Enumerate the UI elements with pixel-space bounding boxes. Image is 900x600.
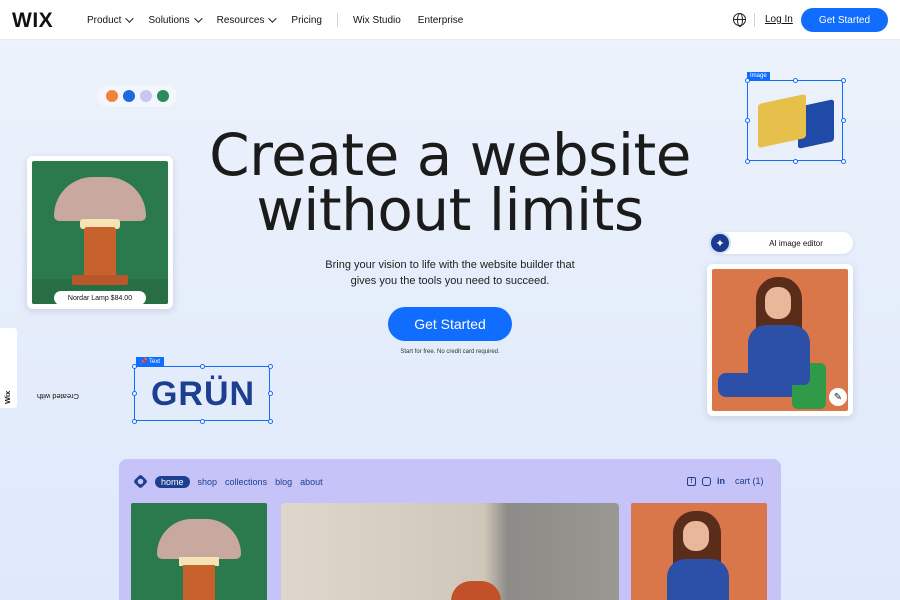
wix-logo[interactable]: WIX <box>12 9 53 33</box>
resize-handle[interactable] <box>841 78 846 83</box>
resize-handle[interactable] <box>745 78 750 83</box>
preview-lamp-image[interactable] <box>131 503 267 600</box>
chevron-down-icon <box>193 14 203 23</box>
nav-item-product[interactable]: Product <box>87 14 135 26</box>
product-card-lamp[interactable]: Nordar Lamp $84.00 <box>27 156 173 309</box>
top-nav: WIX Product Solutions Resources Pricing … <box>0 0 900 40</box>
hero-subtitle-line: Bring your vision to life with the websi… <box>325 259 575 271</box>
color-palette <box>97 85 177 107</box>
created-with-text: Created with <box>36 392 79 401</box>
resize-handle[interactable] <box>200 419 205 424</box>
product-price-label: Nordar Lamp $84.00 <box>54 291 146 304</box>
hero-note: Start for free. No credit card required. <box>400 349 500 355</box>
created-with-wix-label: Created with Wix <box>3 330 79 404</box>
resize-handle[interactable] <box>132 391 137 396</box>
preview-interior-image[interactable] <box>281 503 619 600</box>
text-tag: 📌 Text <box>136 357 165 366</box>
chair <box>451 581 501 600</box>
resize-handle[interactable] <box>745 159 750 164</box>
hero-title-line: without limits <box>256 176 644 244</box>
resize-handle[interactable] <box>132 419 137 424</box>
abstract-artwork <box>754 89 838 154</box>
nav-item-label: Product <box>87 14 122 26</box>
instagram-icon[interactable] <box>702 476 711 486</box>
resize-handle[interactable] <box>268 364 273 369</box>
image-selection-box[interactable]: Image <box>745 72 846 164</box>
text-selection-box[interactable]: 📌 Text GRÜN <box>132 357 273 424</box>
resize-handle[interactable] <box>200 364 205 369</box>
color-swatch[interactable] <box>122 90 135 102</box>
resize-handle[interactable] <box>793 78 798 83</box>
image-card-woman[interactable]: ✎ <box>707 264 853 416</box>
lamp-base <box>72 275 128 285</box>
color-swatch[interactable] <box>156 90 169 102</box>
ai-image-editor-pill[interactable]: ✦ AI image editor <box>709 232 853 254</box>
face <box>765 287 791 319</box>
lamp-body <box>84 227 116 279</box>
preview-nav-blog[interactable]: blog <box>275 477 292 487</box>
hero-subtitle: Bring your vision to life with the websi… <box>300 257 600 289</box>
image-tag: Image <box>747 72 770 80</box>
hero-subtitle-line: gives you the tools you need to succeed. <box>350 275 550 287</box>
nav-divider <box>754 13 755 27</box>
facebook-icon[interactable]: f <box>687 476 696 486</box>
nav-item-label: Solutions <box>148 14 190 26</box>
nav-links: Product Solutions Resources Pricing Wix … <box>87 0 480 40</box>
preview-woman-image[interactable] <box>631 503 767 600</box>
woman-image: ✎ <box>712 269 848 411</box>
text-tag-label: Text <box>149 359 161 365</box>
grun-text: GRÜN <box>150 375 256 413</box>
preview-nav-home[interactable]: home <box>155 476 190 488</box>
nav-item-pricing[interactable]: Pricing <box>291 15 322 26</box>
nav-item-label: Pricing <box>291 14 322 26</box>
get-started-hero-button[interactable]: Get Started <box>388 307 512 341</box>
resize-handle[interactable] <box>793 159 798 164</box>
resize-handle[interactable] <box>841 159 846 164</box>
resize-handle[interactable] <box>268 391 273 396</box>
preview-nav: home shop collections blog about <box>155 476 323 488</box>
login-link[interactable]: Log In <box>765 14 793 25</box>
color-swatch[interactable] <box>105 90 118 102</box>
preview-cart[interactable]: cart (1) <box>735 476 764 486</box>
edit-pencil-icon[interactable]: ✎ <box>829 388 847 406</box>
nav-divider <box>337 13 338 27</box>
hero-title: Create a website without limits <box>150 121 750 244</box>
nav-item-label: Wix Studio <box>353 14 401 26</box>
hero-title-line: Create a website <box>209 121 691 189</box>
sweater <box>748 325 810 385</box>
resize-handle[interactable] <box>745 118 750 123</box>
chevron-down-icon <box>125 14 135 23</box>
flower-logo-icon <box>133 474 148 489</box>
lamp-shade <box>54 177 146 221</box>
sweater <box>667 559 729 600</box>
nav-item-resources[interactable]: Resources <box>216 14 278 26</box>
nav-item-wix-studio[interactable]: Wix Studio <box>353 15 401 26</box>
lamp-shade <box>157 519 241 559</box>
lamp-image: Nordar Lamp $84.00 <box>32 161 168 304</box>
nav-item-label: Enterprise <box>417 14 464 26</box>
nav-item-solutions[interactable]: Solutions <box>148 14 203 26</box>
preview-nav-collections[interactable]: collections <box>225 477 267 487</box>
color-swatch[interactable] <box>139 90 152 102</box>
preview-nav-about[interactable]: about <box>300 477 323 487</box>
globe-icon[interactable] <box>733 13 746 27</box>
get-started-nav-button[interactable]: Get Started <box>801 8 888 32</box>
preview-nav-right: f in cart (1) <box>687 476 764 486</box>
sparkle-icon: ✦ <box>709 232 731 254</box>
nav-item-enterprise[interactable]: Enterprise <box>418 15 464 26</box>
ai-editor-label: AI image editor <box>769 238 823 248</box>
nav-item-label: Resources <box>216 14 265 26</box>
resize-handle[interactable] <box>132 364 137 369</box>
created-with-wix-tab[interactable]: Created with Wix <box>0 328 79 408</box>
lamp-body <box>183 565 215 600</box>
resize-handle[interactable] <box>268 419 273 424</box>
linkedin-icon[interactable]: in <box>717 476 725 486</box>
chevron-down-icon <box>268 14 278 23</box>
preview-nav-shop[interactable]: shop <box>198 477 218 487</box>
face <box>683 521 709 551</box>
site-preview: home shop collections blog about f in ca… <box>119 459 781 600</box>
resize-handle[interactable] <box>841 118 846 123</box>
